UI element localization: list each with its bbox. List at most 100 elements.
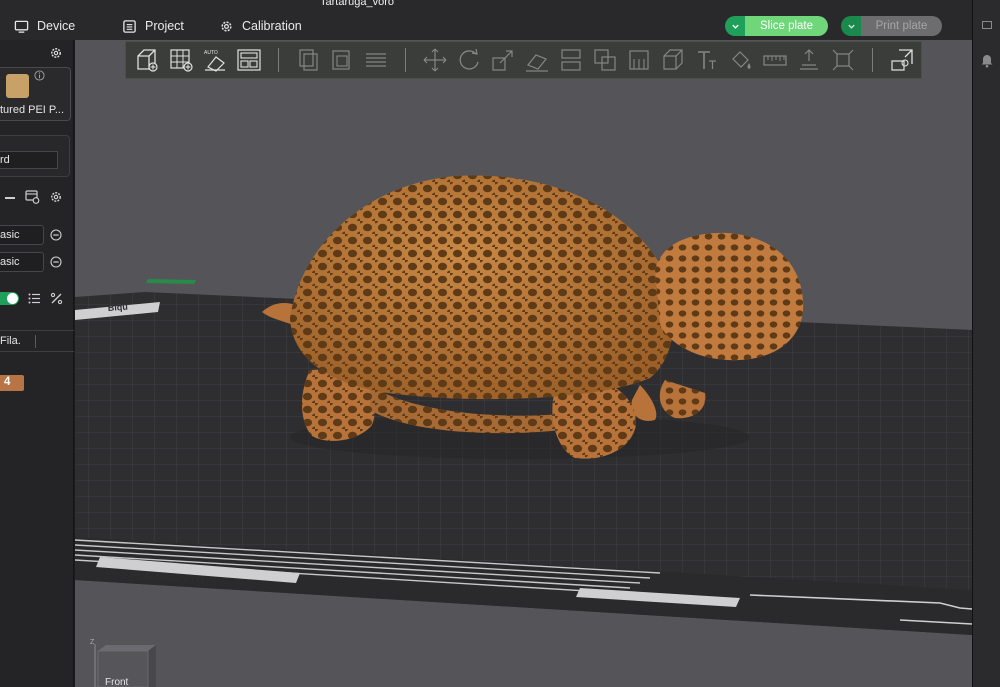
add-object-button[interactable] <box>130 43 164 77</box>
info-icon[interactable] <box>34 70 45 81</box>
column-divider <box>35 335 36 348</box>
window-title: Tartaruga_voro <box>320 0 394 8</box>
main-toolbar: AUTO <box>125 41 922 79</box>
print-dropdown-toggle[interactable] <box>841 16 861 36</box>
3d-viewport[interactable]: Biqu PLA/ABS/PETG Z Front <box>75 40 972 687</box>
preset-select-2[interactable]: asic <box>0 252 44 272</box>
assembly-icon <box>800 49 818 70</box>
plate-type-card[interactable]: tured PEI P... <box>0 67 71 121</box>
toolbar-divider <box>872 48 873 72</box>
paste-icon <box>332 50 350 70</box>
move-icon <box>423 48 447 72</box>
gear-icon <box>221 20 232 32</box>
add-cube-icon <box>137 49 158 72</box>
toggle-switch[interactable] <box>0 292 19 305</box>
cut-icon <box>561 49 581 71</box>
tab-project[interactable]: Project <box>122 17 184 35</box>
gear-icon[interactable] <box>49 190 63 204</box>
scene: Biqu PLA/ABS/PETG Z Front <box>75 175 972 687</box>
settings-card: rd <box>0 135 70 177</box>
tab-calibration-label: Calibration <box>242 19 302 33</box>
rotate-button[interactable] <box>452 43 486 77</box>
toolbar-divider <box>405 48 406 72</box>
preset-select-1[interactable]: asic <box>0 225 44 245</box>
plate-settings-button[interactable] <box>885 43 919 77</box>
list-icon[interactable] <box>28 293 40 304</box>
add-plate-button[interactable] <box>164 43 198 77</box>
bell-icon[interactable] <box>980 53 994 68</box>
right-strip <box>972 0 1000 687</box>
text-tool-button[interactable] <box>690 43 724 77</box>
assembly-button[interactable] <box>792 43 826 77</box>
chevron-down-icon <box>847 24 855 29</box>
filament-swatch[interactable]: 4 <box>0 375 24 391</box>
tab-calibration[interactable]: Calibration <box>219 17 302 35</box>
auto-orient-icon: AUTO <box>204 50 225 72</box>
support-paint-button[interactable] <box>622 43 656 77</box>
ruler-icon <box>763 55 787 66</box>
settings-gear-icon[interactable] <box>49 46 63 60</box>
top-bar: Tartaruga_voro Device Project Calibratio… <box>0 0 972 40</box>
view-cube-face-label: Front <box>105 677 129 687</box>
paint-color-button[interactable] <box>724 43 758 77</box>
auto-orient-button[interactable]: AUTO <box>198 43 232 77</box>
plate-brand-text: Biqu <box>107 302 128 313</box>
plate-thumbnail <box>6 74 29 98</box>
cut-button[interactable] <box>554 43 588 77</box>
tab-device-label: Device <box>37 19 76 33</box>
setting-field[interactable]: rd <box>0 151 58 169</box>
filament-number: 4 <box>4 376 11 388</box>
lay-on-face-icon <box>526 54 548 72</box>
split-button[interactable] <box>826 43 860 77</box>
support-paint-icon <box>629 50 649 70</box>
paste-button[interactable] <box>325 43 359 77</box>
scale-button[interactable] <box>486 43 520 77</box>
view-cube-axis-label: Z <box>90 639 95 646</box>
seam-paint-icon <box>663 49 683 70</box>
tab-project-label: Project <box>145 19 184 33</box>
setting-field-value: rd <box>0 154 10 166</box>
collapse-dash[interactable] <box>5 197 15 199</box>
copy-icon <box>299 49 318 71</box>
boolean-button[interactable] <box>588 43 622 77</box>
lay-on-face-button[interactable] <box>520 43 554 77</box>
preset-select-1-value: asic <box>0 229 20 241</box>
remove-icon[interactable] <box>50 256 62 268</box>
print-plate-button[interactable]: Print plate <box>861 16 942 36</box>
rotate-icon <box>459 48 479 70</box>
slice-dropdown-toggle[interactable] <box>725 16 745 36</box>
tab-device[interactable]: Device <box>14 17 75 35</box>
preset-select-2-value: asic <box>0 256 20 268</box>
text-tool-icon <box>698 51 716 69</box>
remove-icon[interactable] <box>50 229 62 241</box>
slice-plate-button[interactable]: Slice plate <box>745 16 828 36</box>
grid-plus-icon <box>170 49 193 72</box>
percent-tool-icon[interactable] <box>50 292 63 305</box>
layers-icon <box>366 53 386 67</box>
plate-type-label: tured PEI P... <box>0 104 65 116</box>
printer-settings-icon[interactable] <box>25 190 40 204</box>
scale-icon <box>492 50 513 71</box>
boolean-icon <box>594 49 616 71</box>
slice-group: Slice plate <box>725 16 828 36</box>
monitor-icon <box>14 20 29 33</box>
plate-settings-icon <box>891 49 913 71</box>
document-list-icon <box>123 19 136 33</box>
layers-button[interactable] <box>359 43 393 77</box>
svg-text:AUTO: AUTO <box>204 50 218 56</box>
view-cube[interactable]: Z Front <box>90 639 156 687</box>
seam-paint-button[interactable] <box>656 43 690 77</box>
paint-bucket-icon <box>732 51 751 69</box>
left-sidebar: tured PEI P... rd asic asic Fila. 4 <box>0 40 74 687</box>
filament-header: Fila. <box>0 330 74 352</box>
arrange-button[interactable] <box>232 43 266 77</box>
print-group: Print plate <box>841 16 942 36</box>
measure-button[interactable] <box>758 43 792 77</box>
toggle-knob <box>7 293 18 304</box>
window-icon[interactable] <box>982 21 992 29</box>
arrange-icon <box>237 49 261 71</box>
toolbar-divider <box>278 48 279 72</box>
chevron-down-icon <box>731 24 739 29</box>
move-button[interactable] <box>418 43 452 77</box>
copy-button[interactable] <box>291 43 325 77</box>
